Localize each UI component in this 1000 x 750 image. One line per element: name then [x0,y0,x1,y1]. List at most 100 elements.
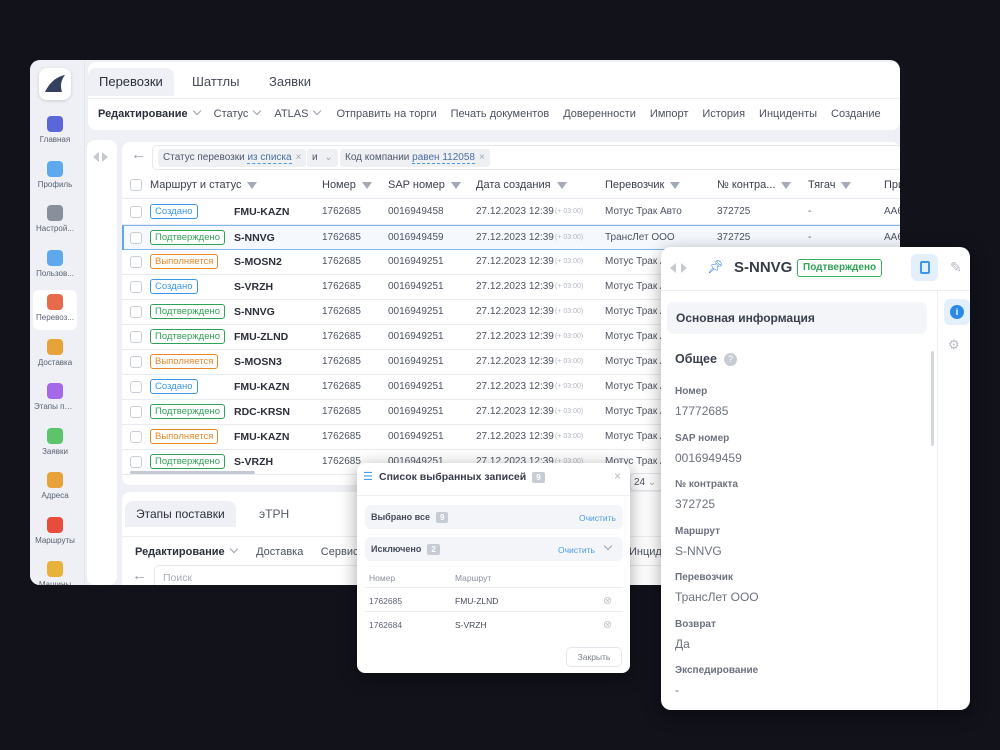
filter-icon[interactable] [556,181,567,189]
row-checkbox[interactable] [130,331,142,343]
info-icon[interactable]: i [944,299,970,325]
tab-shuttles[interactable]: Шаттлы [181,68,250,96]
column-header[interactable]: Перевозчик [605,179,681,191]
settings-icon[interactable]: ⚙ [948,337,960,353]
sidebar: Главная Профиль Настрой... Пользов... Перево… [30,60,85,585]
select-all-checkbox[interactable] [130,179,142,191]
filter-icon[interactable] [781,181,792,189]
tab-perevozki[interactable]: Перевозки [88,68,174,96]
toolbar-item[interactable]: История [702,99,745,130]
back-arrow-icon[interactable]: ← [131,146,146,163]
arrow-right-icon[interactable] [681,263,687,273]
filter-chip-company[interactable]: Код компании равен 112058 × [340,149,490,167]
row-checkbox[interactable] [130,206,142,218]
row-checkbox[interactable] [130,306,142,318]
sidebar-item[interactable]: Главная [33,112,77,152]
horizontal-scrollbar[interactable] [130,471,255,474]
clear-excluded-button[interactable]: Очистить [558,545,595,555]
chevron-down-icon [229,544,238,554]
sidebar-item[interactable]: Заявки [33,424,77,464]
route-cell: S-VRZH [234,281,274,293]
toolbar-item[interactable]: Инциденты [759,99,817,130]
list-icon: ☰ [363,471,373,483]
toolbar-item[interactable]: ATLAS [274,99,322,130]
column-header[interactable]: Маршрут и статус [150,179,258,191]
column-header[interactable]: Тягач [808,179,852,191]
section-main-info[interactable]: Основная информация [667,302,927,334]
remove-icon[interactable]: ⊗ [603,618,612,631]
filter-icon[interactable] [670,181,681,189]
filter-icon[interactable] [361,181,372,189]
column-header[interactable]: SAP номер [388,179,461,191]
route-cell: S-NNVG [234,306,275,318]
chip-operator[interactable]: равен 112058 [412,152,475,164]
sidebar-item[interactable]: Машины [33,557,77,585]
chip-operator[interactable]: из списка [247,152,292,164]
toolbar-item[interactable]: Отправить на торги [336,99,436,130]
sidebar-item[interactable]: Маршруты [33,513,77,553]
column-header[interactable]: При... [884,179,900,191]
chevron-down-icon[interactable] [603,541,613,551]
close-icon[interactable]: × [614,469,621,483]
status-badge: Создано [150,204,198,219]
clear-selected-button[interactable]: Очистить [579,513,616,523]
tab-delivery-stages[interactable]: Этапы поставки [125,501,236,527]
sidebar-item[interactable]: Этапы пер... [33,379,77,419]
filter-icon[interactable] [450,181,461,189]
toolbar-item[interactable]: Печать документов [451,99,550,130]
row-checkbox[interactable] [130,232,142,244]
remove-icon[interactable]: ⊗ [603,594,612,607]
close-icon[interactable]: × [296,152,302,163]
row-checkbox[interactable] [130,431,142,443]
row-checkbox[interactable] [130,406,142,418]
sidebar-item[interactable]: Настрой... [33,201,77,241]
toolbar-item[interactable]: Статус [214,99,263,130]
arrow-right-icon[interactable] [102,152,108,162]
toolbar-item[interactable]: Доверенности [563,99,636,130]
sidebar-item[interactable]: Профиль [33,157,77,197]
bottom-edit-menu[interactable]: Редактирование [135,537,239,568]
toolbar-item[interactable]: Создание [831,99,881,130]
sidebar-item[interactable]: Пользов... [33,246,77,286]
edit-icon[interactable]: ✎ [950,259,962,276]
close-icon[interactable]: × [479,152,485,163]
tab-requests[interactable]: Заявки [258,68,322,96]
filter-bar[interactable]: Статус перевозки из списка × и ⌄ Код комп… [152,145,900,170]
filter-icon[interactable] [247,181,258,189]
help-icon[interactable]: ? [724,353,737,366]
row-checkbox[interactable] [130,356,142,368]
close-button[interactable]: Закрыть [566,647,622,667]
filter-chip-status[interactable]: Статус перевозки из списка × [158,149,307,167]
pin-icon[interactable]: 📌︎ [707,259,724,275]
sidebar-item[interactable]: Адреса [33,468,77,508]
column-header[interactable]: Номер [322,179,372,191]
vertical-scrollbar[interactable] [931,351,934,446]
toolbar-item[interactable]: Редактирование [98,99,202,130]
toolbar: Редактирование Статус ATLAS Отправить на то… [88,98,900,130]
column-header[interactable]: Дата создания [476,179,567,191]
timezone-label: (+ 03:00) [555,234,584,241]
chevron-down-icon [192,106,201,116]
table-row[interactable]: Создано FMU-KAZN 1762685 0016949458 27.12.20… [122,200,900,225]
document-icon[interactable] [911,254,938,281]
sap-cell: 0016949458 [388,206,444,217]
back-arrow-icon[interactable]: ← [132,567,147,584]
arrow-left-icon[interactable] [93,152,99,162]
row-checkbox[interactable] [130,256,142,268]
sidebar-item-label: Пользов... [36,268,74,278]
sidebar-item[interactable]: Доставка [33,335,77,375]
row-checkbox[interactable] [130,281,142,293]
tab-etrn[interactable]: эТРН [248,501,300,527]
page-size-select[interactable]: 24 ⌄ [630,473,664,491]
column-header-label: Номер [322,179,356,191]
column-header[interactable]: № контра... [717,179,792,191]
arrow-left-icon[interactable] [670,263,676,273]
count-badge: 2 [427,544,440,555]
filter-icon[interactable] [841,181,852,189]
row-checkbox[interactable] [130,381,142,393]
filter-connector[interactable]: и ⌄ [307,149,338,167]
bottom-delivery[interactable]: Доставка [256,537,303,568]
row-checkbox[interactable] [130,456,142,468]
sidebar-item[interactable]: Перевоз... [33,290,77,330]
toolbar-item[interactable]: Импорт [650,99,688,130]
